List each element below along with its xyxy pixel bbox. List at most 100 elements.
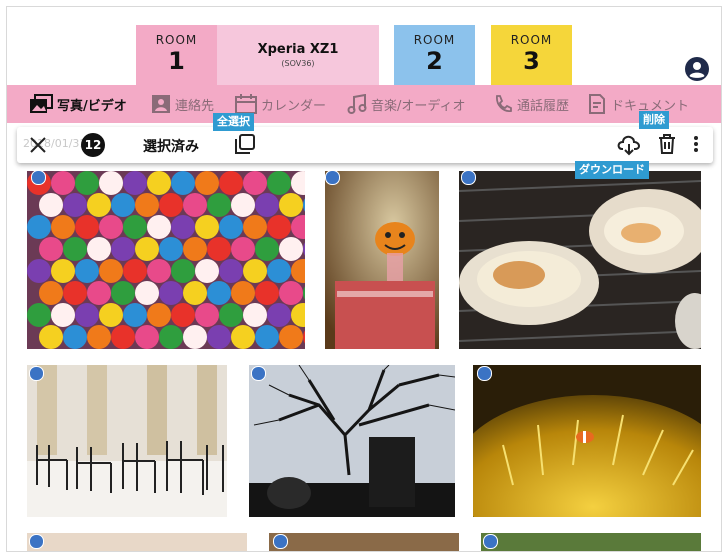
gumball xyxy=(111,237,135,261)
gumball xyxy=(255,281,279,305)
account-icon[interactable] xyxy=(685,57,709,81)
gumball xyxy=(183,325,207,349)
gumball xyxy=(195,303,219,327)
gumball xyxy=(243,259,267,283)
gumball xyxy=(279,193,303,217)
photo-thumbnail[interactable] xyxy=(269,533,459,551)
gumball xyxy=(159,325,183,349)
gumball xyxy=(99,259,123,283)
gumball xyxy=(243,171,267,195)
room-number: 1 xyxy=(168,47,185,75)
photo-thumbnail[interactable] xyxy=(459,171,701,349)
gumball xyxy=(159,237,183,261)
gumballs-image xyxy=(27,171,305,349)
photo-thumbnail[interactable] xyxy=(481,533,701,551)
gumball xyxy=(171,215,195,239)
checked-icon[interactable] xyxy=(325,171,340,185)
gumball xyxy=(279,325,303,349)
device-name: Xperia XZ1 xyxy=(257,42,339,57)
room-label: ROOM xyxy=(155,33,198,47)
gumball xyxy=(219,259,243,283)
checked-icon[interactable] xyxy=(461,171,476,185)
phone-icon xyxy=(496,95,512,112)
gumball xyxy=(51,215,75,239)
selection-toolbar: 2018/01/31 12 選択済み xyxy=(17,127,713,163)
tab-calendar[interactable]: カレンダー xyxy=(235,94,326,114)
checked-icon[interactable] xyxy=(477,366,492,381)
tab-documents[interactable]: ドキュメント xyxy=(587,94,689,114)
cloud-download-icon[interactable] xyxy=(617,134,641,156)
gumball xyxy=(99,171,123,195)
select-all-tooltip: 全選択 xyxy=(213,113,254,131)
photo-thumbnail[interactable] xyxy=(27,365,227,517)
gumball xyxy=(39,193,63,217)
pumpkin-image xyxy=(325,171,439,349)
gumball xyxy=(219,303,243,327)
room-3-tab[interactable]: ROOM 3 xyxy=(491,25,572,85)
tab-music-audio[interactable]: 音楽/オーディオ xyxy=(347,94,465,114)
download-tooltip: ダウンロード xyxy=(575,161,649,179)
close-icon[interactable] xyxy=(29,136,47,154)
gumball xyxy=(123,259,147,283)
selected-label: 選択済み xyxy=(143,139,199,155)
gumball xyxy=(123,215,147,239)
gumball xyxy=(219,171,243,195)
tab-label: 音楽/オーディオ xyxy=(371,98,466,114)
app-frame: ROOM 1 Xperia XZ1 (SOV36) ROOM 2 ROOM 3 … xyxy=(6,6,722,552)
room-number: 3 xyxy=(523,47,540,75)
tab-call-history[interactable]: 通話履歴 xyxy=(493,94,569,114)
room-1-tab[interactable]: ROOM 1 xyxy=(136,25,217,85)
checked-icon[interactable] xyxy=(29,534,44,549)
gumball xyxy=(75,303,99,327)
trash-icon[interactable] xyxy=(657,133,677,155)
gumball xyxy=(255,237,279,261)
gumball xyxy=(87,281,111,305)
room-2-tab[interactable]: ROOM 2 xyxy=(394,25,475,85)
tab-contacts[interactable]: 連絡先 xyxy=(151,94,214,114)
selected-count-badge: 12 xyxy=(81,133,105,157)
gumball xyxy=(279,237,303,261)
photo-thumbnail[interactable] xyxy=(473,365,701,517)
gumball xyxy=(231,325,255,349)
gumball xyxy=(279,281,303,305)
gumball xyxy=(159,281,183,305)
gumball xyxy=(111,325,135,349)
device-panel: Xperia XZ1 (SOV36) xyxy=(217,25,379,85)
gumball xyxy=(147,259,171,283)
checked-icon[interactable] xyxy=(251,366,266,381)
tab-label: カレンダー xyxy=(261,98,327,114)
photo-thumbnail[interactable] xyxy=(325,171,439,349)
tab-label: 通話履歴 xyxy=(517,98,570,114)
gumball xyxy=(243,303,267,327)
gumball xyxy=(75,215,99,239)
tab-photo-video[interactable]: 写真/ビデオ xyxy=(29,94,127,114)
select-all-icon[interactable] xyxy=(235,134,255,154)
checked-icon[interactable] xyxy=(29,366,44,381)
gumball xyxy=(135,193,159,217)
more-vert-icon[interactable] xyxy=(693,135,699,153)
gumball xyxy=(27,259,51,283)
photo-thumbnail[interactable] xyxy=(249,365,455,517)
room-label: ROOM xyxy=(510,33,553,47)
calendar-icon xyxy=(235,94,257,114)
gumball xyxy=(267,259,291,283)
checked-icon[interactable] xyxy=(273,534,288,549)
gumball xyxy=(87,325,111,349)
gumball xyxy=(99,215,123,239)
delete-tooltip: 削除 xyxy=(639,111,669,129)
gumball xyxy=(63,281,87,305)
gumball xyxy=(99,303,123,327)
device-model: (SOV36) xyxy=(281,59,315,68)
gumball xyxy=(207,237,231,261)
gumball xyxy=(51,171,75,195)
photo-thumbnail[interactable] xyxy=(27,533,247,551)
sea-anemone-image xyxy=(473,365,701,517)
photo-thumbnail[interactable] xyxy=(27,171,305,349)
gumball xyxy=(63,193,87,217)
checked-icon[interactable] xyxy=(483,534,498,549)
gumball xyxy=(147,215,171,239)
gumball xyxy=(111,193,135,217)
gumball xyxy=(183,281,207,305)
checked-icon[interactable] xyxy=(31,171,46,185)
gumball xyxy=(147,303,171,327)
